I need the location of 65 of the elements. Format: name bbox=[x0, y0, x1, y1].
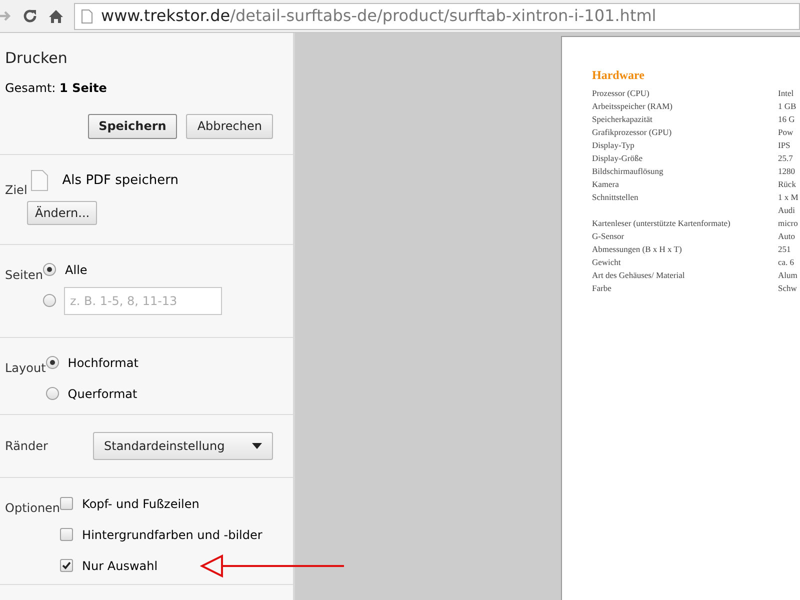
spec-label: Schnittstellen bbox=[592, 192, 638, 202]
spec-value: Audi bbox=[778, 204, 795, 217]
spec-value: 1 GB bbox=[778, 100, 796, 113]
spec-value: 1 x M bbox=[778, 191, 798, 204]
section-label: Ränder bbox=[4, 438, 49, 455]
checkbox[interactable] bbox=[60, 559, 74, 572]
checkbox-label: Nur Auswahl bbox=[82, 558, 158, 574]
spec-value: Pow bbox=[778, 126, 794, 139]
section-label: Seiten bbox=[4, 268, 44, 282]
dialog-title: Drucken bbox=[5, 48, 68, 69]
radio-button[interactable] bbox=[43, 263, 56, 276]
spec-value: Rück bbox=[778, 178, 796, 191]
spec-label: Display-Größe bbox=[592, 153, 643, 164]
radio-label: Hochformat bbox=[68, 354, 138, 372]
checkbox-label: Hintergrundfarben und -bilder bbox=[82, 526, 262, 544]
spec-value: 25.7 bbox=[778, 152, 793, 165]
spec-label: Display-Typ bbox=[592, 140, 634, 150]
spec-value: IPS bbox=[778, 139, 790, 152]
spec-label: Kamera bbox=[592, 179, 619, 190]
radio-button[interactable] bbox=[43, 294, 56, 307]
radio-button[interactable] bbox=[46, 387, 59, 400]
spec-label: Kartenleser (unterstützte Kartenformate) bbox=[592, 218, 730, 228]
dialog-button[interactable]: Speichern bbox=[88, 114, 178, 138]
change-button[interactable]: Ändern... bbox=[27, 201, 98, 225]
spec-label: G-Sensor bbox=[592, 231, 624, 242]
dialog-button[interactable]: Abbrechen bbox=[186, 114, 273, 138]
margins-dropdown[interactable]: Standardeinstellung bbox=[93, 432, 273, 460]
radio-button[interactable] bbox=[46, 356, 59, 369]
dropdown-caret-icon bbox=[252, 443, 262, 449]
section-label: Optionen bbox=[4, 501, 60, 515]
page-total: Gesamt: 1 Seite bbox=[5, 80, 108, 96]
spec-value: Schw bbox=[778, 282, 797, 295]
spec-label: Farbe bbox=[592, 283, 612, 294]
page-icon bbox=[81, 8, 93, 24]
spec-value: Intel bbox=[778, 87, 794, 100]
spec-label: Art des Gehäuses/ Material bbox=[592, 270, 685, 280]
url-text: www.trekstor.de/detail-surftabs-de/product/surftab-xintron-i-101.html bbox=[101, 5, 656, 27]
spec-value: 251 bbox=[778, 243, 791, 256]
destination-name: Als PDF speichern bbox=[62, 172, 179, 190]
spec-label: Bildschirmauflösung bbox=[592, 166, 664, 176]
section-heading: Hardware bbox=[592, 67, 646, 83]
section-label: Ziel bbox=[4, 183, 28, 197]
section-label: Layout bbox=[4, 361, 46, 375]
spec-label: Abmessungen (B x H x T) bbox=[592, 244, 682, 254]
spec-value: Alum bbox=[778, 269, 798, 282]
spec-label: Gewicht bbox=[592, 257, 621, 268]
spec-value: ca. 6 bbox=[778, 256, 794, 269]
spec-label: Arbeitsspeicher (RAM) bbox=[592, 101, 672, 112]
page-range-field[interactable]: z. B. 1-5, 8, 11-13 bbox=[64, 286, 222, 314]
radio-label: Querformat bbox=[68, 386, 138, 402]
spec-value: 16 G bbox=[778, 113, 795, 126]
reload-icon[interactable] bbox=[22, 8, 38, 24]
spec-label: Speicherkapazität bbox=[592, 114, 652, 124]
checkbox[interactable] bbox=[60, 528, 74, 541]
spec-value: micro bbox=[778, 217, 798, 230]
spec-value: Auto bbox=[778, 230, 795, 243]
spec-value: 1280 bbox=[778, 165, 795, 178]
checkbox[interactable] bbox=[60, 497, 74, 510]
address-bar[interactable]: www.trekstor.de/detail-surftabs-de/product/surftab-xintron-i-101.html bbox=[74, 2, 800, 30]
checkbox-label: Kopf- und Fußzeilen bbox=[82, 496, 200, 512]
radio-label: Alle bbox=[65, 262, 88, 278]
document-icon bbox=[31, 170, 48, 191]
home-icon[interactable] bbox=[48, 8, 64, 24]
spec-label: Grafikprozessor (GPU) bbox=[592, 127, 672, 138]
spec-label: Prozessor (CPU) bbox=[592, 88, 650, 98]
